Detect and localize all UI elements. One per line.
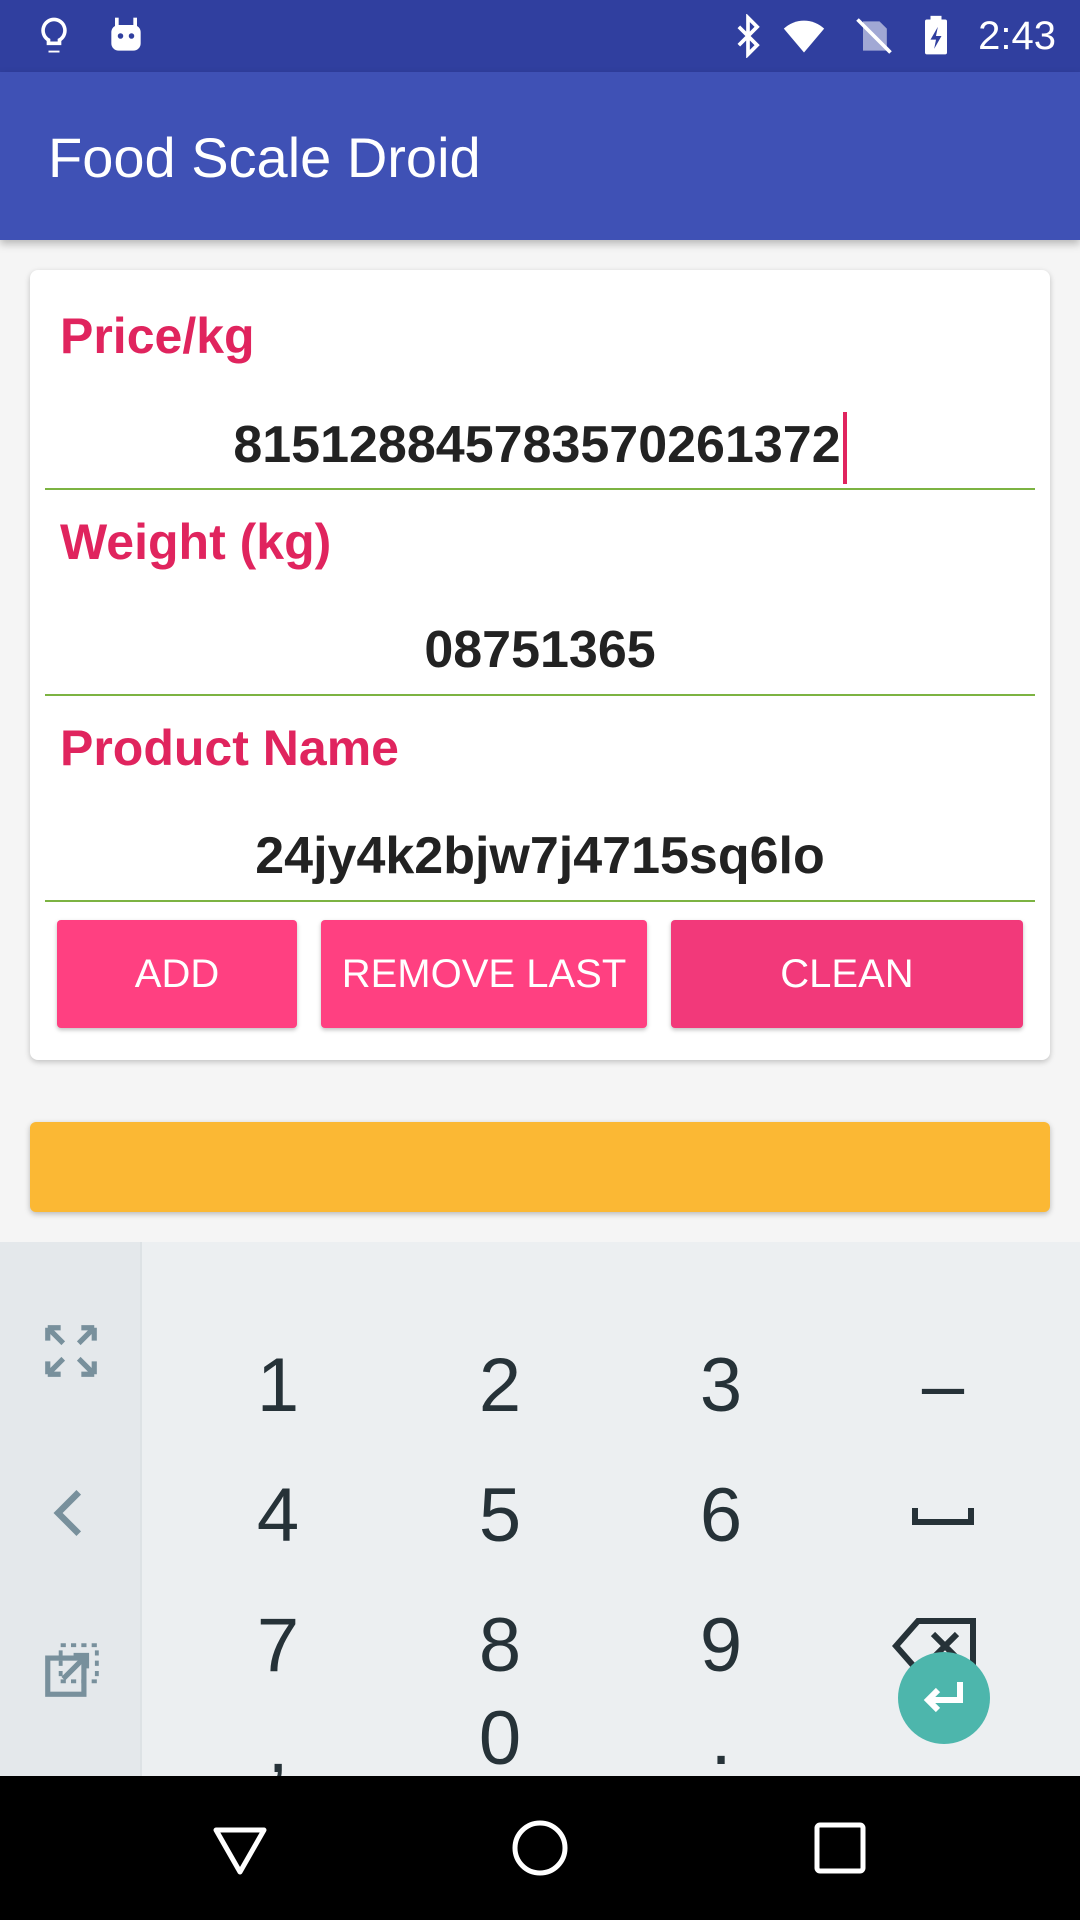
key-1[interactable]: 1 <box>178 1326 378 1446</box>
key-8[interactable]: 8 <box>400 1586 600 1706</box>
lightbulb-icon <box>41 17 67 53</box>
wifi-icon <box>783 20 825 53</box>
fullscreen-icon[interactable] <box>40 1320 102 1382</box>
back-icon[interactable] <box>204 1812 276 1884</box>
key-6[interactable]: 6 <box>621 1456 821 1576</box>
enter-icon <box>923 1682 963 1713</box>
space-icon[interactable] <box>843 1456 1043 1576</box>
numeric-keyboard: 1 2 3 – 4 5 6 7 8 9 , 0 . <box>0 1242 1080 1785</box>
key-2[interactable]: 2 <box>400 1326 600 1446</box>
clean-button[interactable]: CLEAN <box>671 920 1023 1028</box>
key-3[interactable]: 3 <box>621 1326 821 1446</box>
key-9[interactable]: 9 <box>621 1586 821 1706</box>
key-minus[interactable]: – <box>843 1326 1043 1446</box>
navigation-bar <box>0 1776 1080 1920</box>
app-bar: Food Scale Droid <box>0 72 1080 240</box>
add-button[interactable]: ADD <box>57 920 297 1028</box>
input-card: Price/kg 815128845783570261372 Weight (k… <box>30 270 1050 1060</box>
text-cursor <box>842 412 847 485</box>
price-input[interactable]: 815128845783570261372 <box>45 400 1035 490</box>
key-7[interactable]: 7 <box>178 1586 378 1706</box>
popout-icon[interactable] <box>40 1640 102 1702</box>
weight-input[interactable] <box>45 606 1035 696</box>
price-value: 815128845783570261372 <box>233 416 841 474</box>
no-sim-icon <box>856 18 892 54</box>
keyboard-side-panel <box>0 1242 142 1776</box>
bluetooth-icon <box>737 14 760 58</box>
app-title: Food Scale Droid <box>48 126 481 189</box>
clock: 2:43 <box>978 14 1056 58</box>
result-bar <box>30 1122 1050 1212</box>
product-name-input[interactable] <box>45 812 1035 902</box>
price-label: Price/kg <box>60 308 255 364</box>
key-4[interactable]: 4 <box>178 1456 378 1576</box>
screen: 2:43 Food Scale Droid Price/kg 815128845… <box>0 0 1080 1920</box>
key-5[interactable]: 5 <box>400 1456 600 1576</box>
status-bar: 2:43 <box>0 0 1080 72</box>
enter-key[interactable] <box>898 1652 990 1744</box>
android-icon <box>111 17 141 51</box>
battery-charging-icon <box>925 15 947 55</box>
back-arrow-icon[interactable] <box>40 1482 102 1544</box>
remove-last-button[interactable]: REMOVE LAST <box>321 920 647 1028</box>
home-icon[interactable] <box>504 1812 576 1884</box>
weight-label: Weight (kg) <box>60 514 332 570</box>
recents-icon[interactable] <box>804 1812 876 1884</box>
product-name-label: Product Name <box>60 720 399 776</box>
